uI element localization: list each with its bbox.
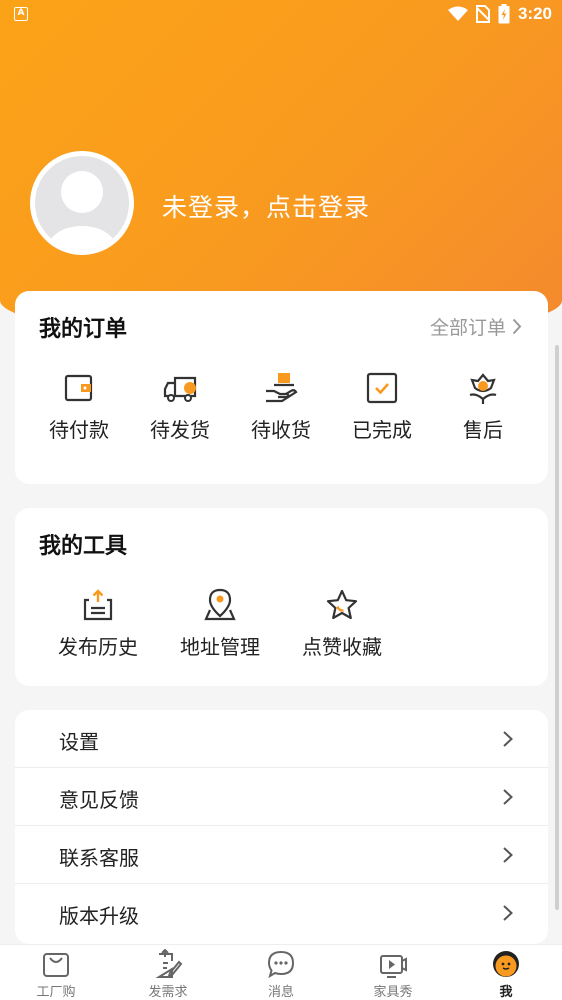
order-pending-payment[interactable]: 待付款: [29, 371, 129, 443]
settings-menu-card: 设置 意见反馈 联系客服 版本升级: [15, 710, 548, 944]
app-notification-icon: A: [14, 7, 28, 21]
tab-label: 发需求: [148, 985, 188, 1000]
location-pin-icon: [204, 588, 236, 621]
menu-item-label: 联系客服: [59, 846, 139, 870]
flower-hand-icon: [469, 373, 497, 404]
all-orders-label: 全部订单: [429, 317, 506, 339]
tab-label: 家具秀: [373, 985, 413, 1000]
chevron-right-icon: [503, 789, 513, 805]
hand-package-icon: [266, 373, 298, 403]
login-prompt[interactable]: 未登录，点击登录: [162, 188, 370, 224]
orders-title: 我的订单: [39, 317, 128, 342]
tool-publish-history[interactable]: 发布历史: [48, 588, 148, 660]
checkbox-icon: [366, 372, 398, 404]
profile-face-icon: [493, 951, 519, 977]
bottom-tab-bar: 工厂购 发需求 消息 家具秀 我: [0, 944, 562, 1000]
no-sim-icon: [475, 5, 490, 23]
tab-me[interactable]: 我: [466, 949, 546, 1000]
edit-document-icon: [155, 949, 183, 978]
video-play-icon: [380, 955, 407, 978]
tab-messages[interactable]: 消息: [241, 949, 321, 1000]
order-pending-receipt[interactable]: 待收货: [231, 371, 331, 443]
chevron-right-icon: [512, 318, 522, 335]
order-item-label: 售后: [463, 418, 503, 442]
tool-item-label: 发布历史: [58, 635, 138, 659]
order-item-label: 已完成: [352, 418, 412, 442]
scrollbar[interactable]: [555, 345, 559, 910]
all-orders-link[interactable]: 全部订单: [430, 313, 522, 340]
tool-likes-favorites[interactable]: 点赞收藏: [292, 588, 392, 660]
tab-label: 消息: [267, 985, 294, 1000]
menu-item-label: 版本升级: [59, 904, 139, 928]
order-after-sales[interactable]: 售后: [433, 371, 533, 443]
chevron-right-icon: [503, 847, 513, 863]
upload-tray-icon: [83, 589, 113, 621]
order-completed[interactable]: 已完成: [332, 371, 432, 443]
order-pending-shipment[interactable]: 待发货: [130, 371, 230, 443]
order-item-label: 待付款: [49, 418, 109, 442]
tools-title: 我的工具: [39, 534, 128, 559]
tab-post-request[interactable]: 发需求: [128, 949, 208, 1000]
order-item-label: 待收货: [251, 418, 311, 442]
tab-label: 工厂购: [36, 985, 76, 1000]
tab-furniture-show[interactable]: 家具秀: [353, 949, 433, 1000]
menu-item-label: 设置: [59, 730, 99, 754]
tool-item-label: 地址管理: [180, 635, 260, 659]
chevron-right-icon: [503, 905, 513, 921]
clock-time: 3:20: [517, 4, 552, 23]
tab-factory-shop[interactable]: 工厂购: [16, 949, 96, 1000]
order-item-label: 待发货: [150, 418, 210, 442]
menu-item-settings[interactable]: 设置: [15, 710, 548, 768]
star-icon: [326, 589, 358, 620]
battery-icon: [498, 4, 510, 24]
tool-item-label: 点赞收藏: [302, 635, 382, 659]
wallet-icon: [64, 374, 93, 402]
status-bar: A 3:20: [0, 0, 562, 30]
default-avatar-icon: [35, 156, 129, 250]
chat-bubble-icon: [267, 950, 295, 979]
menu-item-version-upgrade[interactable]: 版本升级: [15, 884, 548, 942]
tools-card: 我的工具 发布历史 地址管理 点赞收藏: [15, 508, 548, 686]
chevron-right-icon: [503, 731, 513, 747]
menu-item-feedback[interactable]: 意见反馈: [15, 768, 548, 826]
orders-card: 我的订单 全部订单 待付款 待发货 待收货 已完成 售后: [15, 291, 548, 484]
avatar[interactable]: [30, 151, 134, 255]
menu-item-customer-service[interactable]: 联系客服: [15, 826, 548, 884]
shopping-bag-icon: [43, 953, 69, 977]
wifi-icon: [447, 6, 468, 21]
truck-icon: [163, 376, 197, 402]
menu-item-label: 意见反馈: [59, 788, 139, 812]
tool-address-management[interactable]: 地址管理: [170, 588, 270, 660]
tab-label: 我: [499, 985, 513, 1000]
